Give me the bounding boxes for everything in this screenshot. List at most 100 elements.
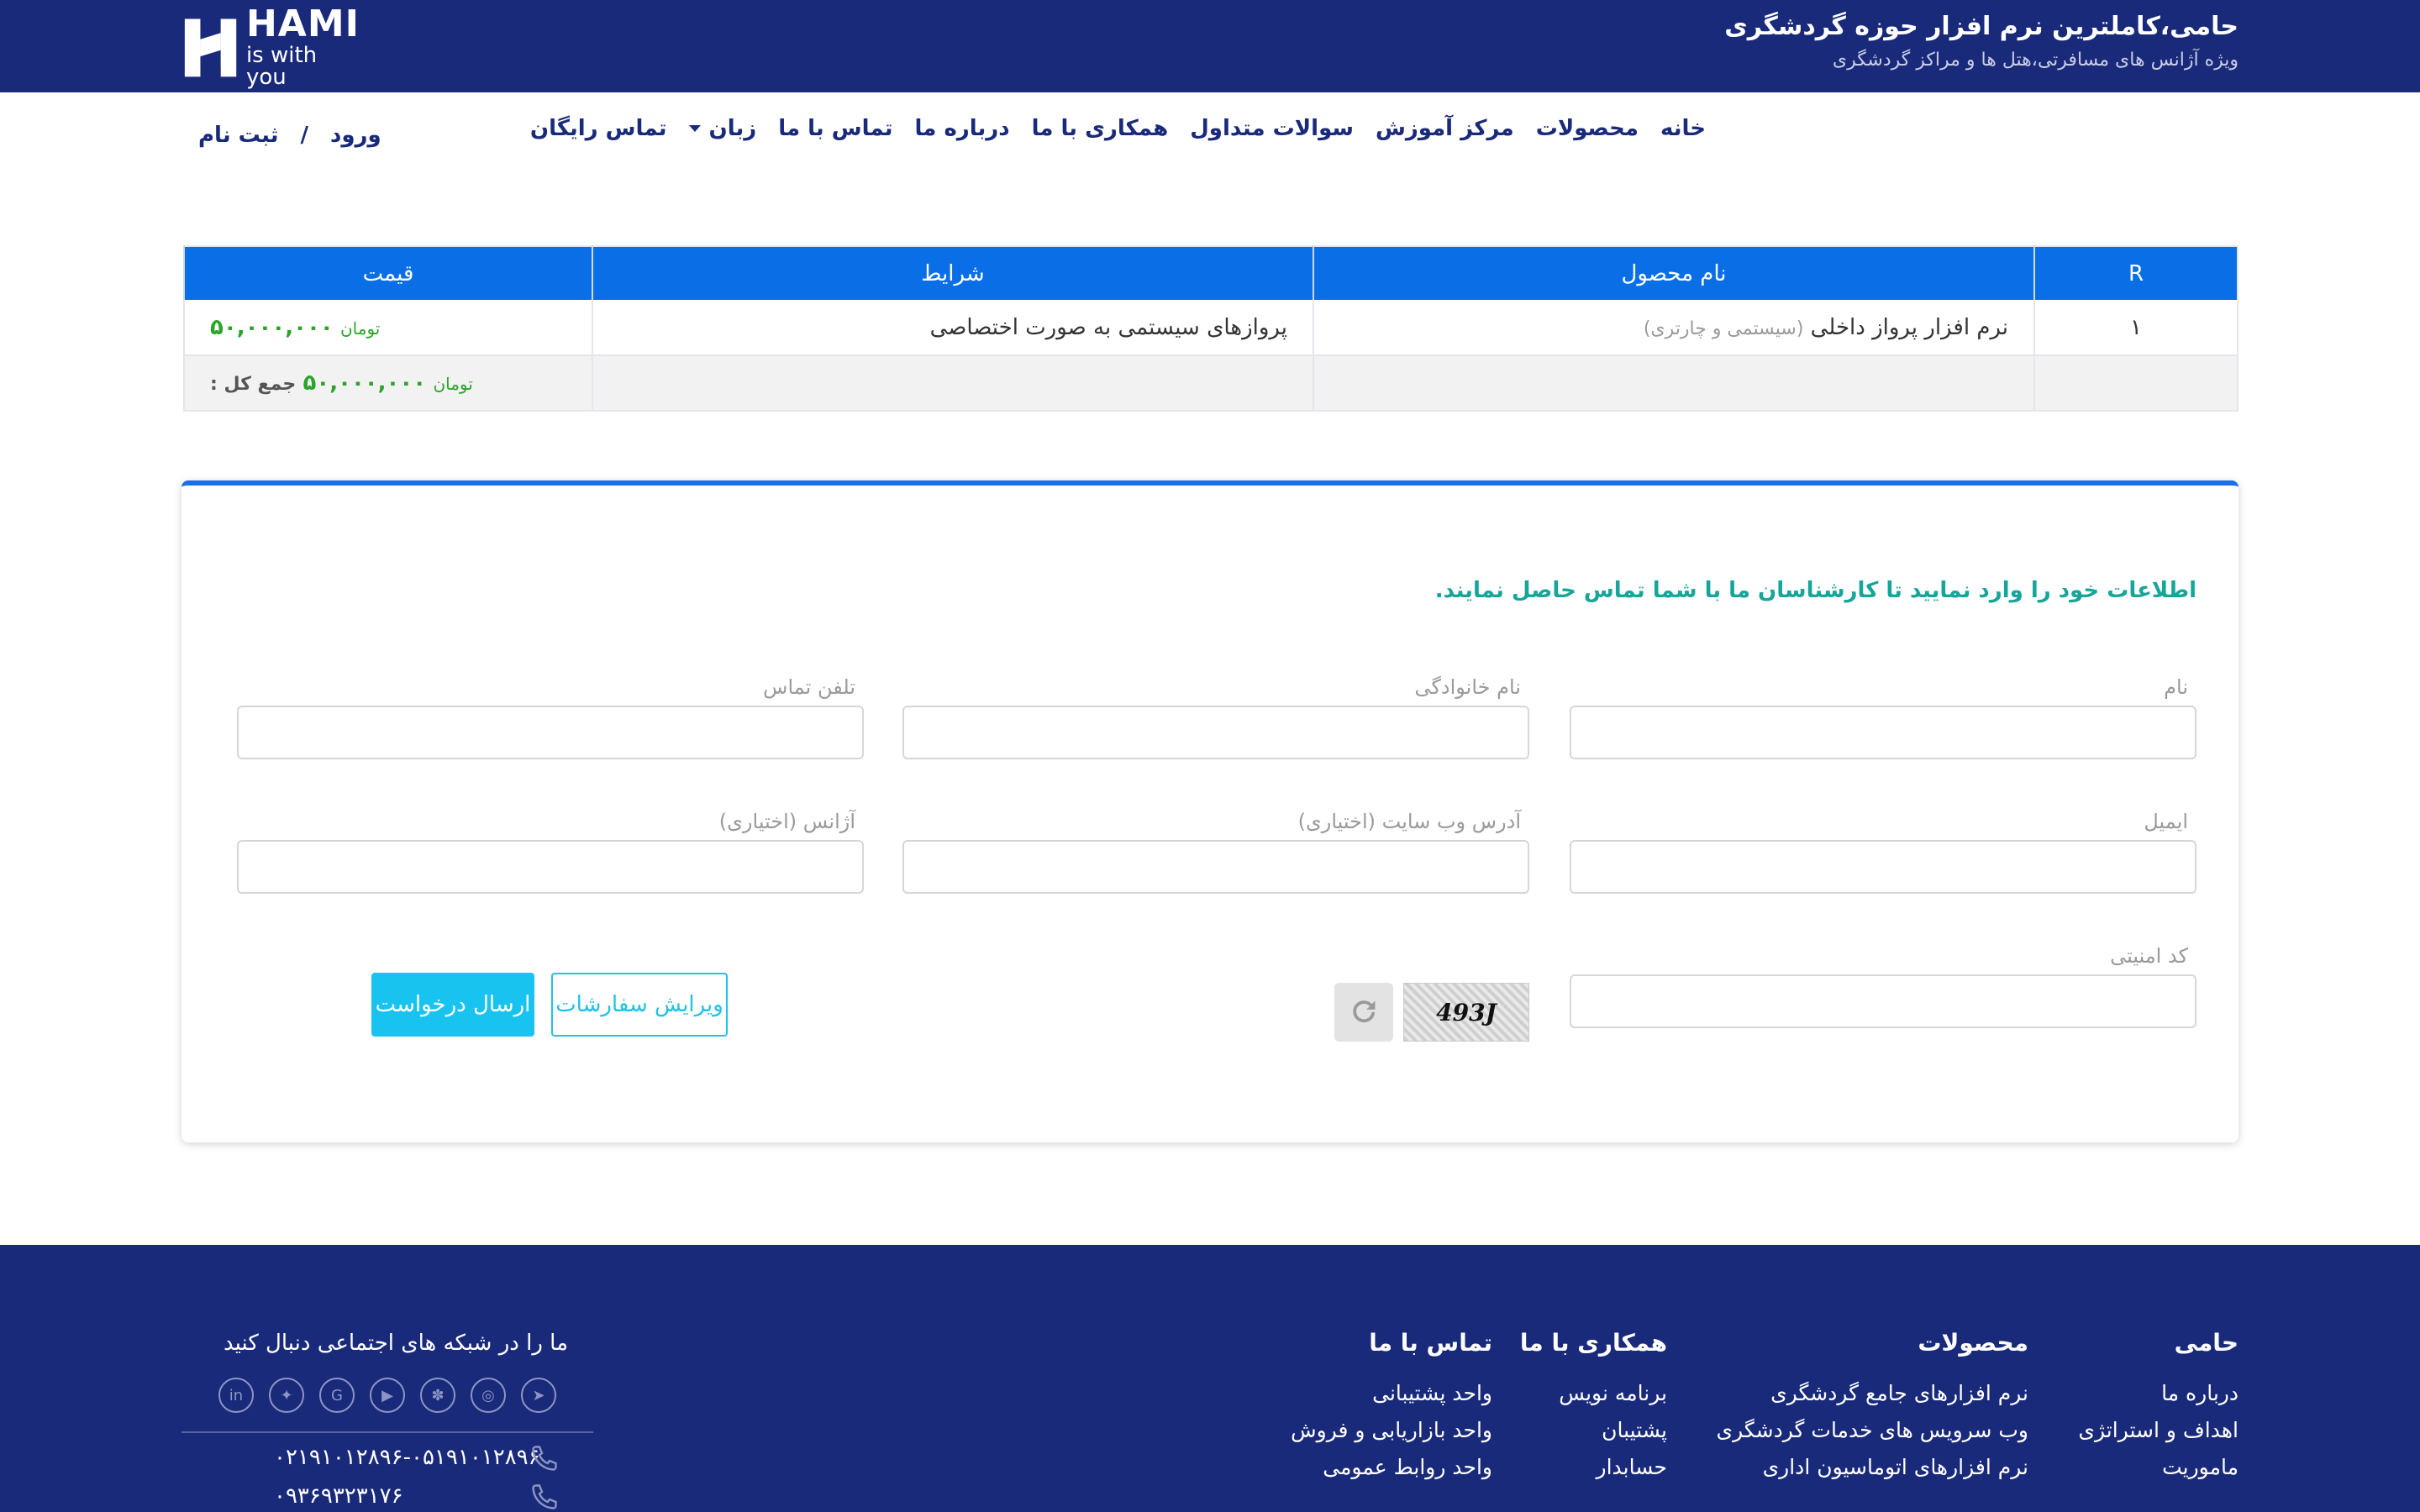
row-product: نرم افزار پرواز داخلی (سیستمی و چارتری) bbox=[1313, 300, 2034, 355]
column-header-index: R bbox=[2033, 246, 2238, 300]
send-request-button[interactable]: ارسال درخواست bbox=[371, 973, 534, 1037]
site-title: حامی،کاملترین نرم افزار حوزه گردشگری bbox=[1724, 12, 2238, 41]
footer-link[interactable]: واحد پشتیبانی bbox=[1291, 1375, 1492, 1412]
table-total-row: تومان ۵۰,۰۰۰,۰۰۰ جمع کل : bbox=[183, 354, 2238, 411]
nav-language[interactable]: زبان bbox=[688, 116, 757, 141]
phone-number-1[interactable]: ۰۲۱۹۱۰۱۲۸۹۶-۰۵۱۹۱۰۱۲۸۹۶ bbox=[274, 1445, 540, 1470]
email-input[interactable] bbox=[1570, 840, 2196, 894]
website-input[interactable] bbox=[902, 840, 1529, 894]
nav-products[interactable]: محصولات bbox=[1536, 116, 1639, 141]
footer-col-contact: تماس با ما واحد پشتیبانی واحد بازاریابی … bbox=[1291, 1329, 1492, 1486]
nav-faq[interactable]: سوالات متداول bbox=[1190, 116, 1354, 141]
agency-field: آژانس (اختیاری) bbox=[237, 810, 864, 894]
nav-home[interactable]: خانه bbox=[1660, 116, 1706, 141]
last-name-label: نام خانوادگی bbox=[1414, 675, 1522, 699]
cart-table: R نام محصول شرایط قیمت ۱ نرم افزار پرواز… bbox=[183, 245, 2238, 412]
email-label: ایمیل bbox=[2144, 810, 2188, 833]
footer-divider bbox=[182, 1431, 593, 1433]
footer-link[interactable]: پشتیبان bbox=[1520, 1412, 1667, 1449]
total-cell: تومان ۵۰,۰۰۰,۰۰۰ جمع کل : bbox=[183, 354, 592, 411]
logo-tagline: is with you bbox=[245, 43, 318, 90]
footer-link[interactable]: واحد روابط عمومی bbox=[1291, 1449, 1492, 1486]
nav-contact[interactable]: تماس با ما bbox=[778, 116, 892, 141]
phone-input[interactable] bbox=[237, 706, 864, 759]
row-index: ۱ bbox=[2033, 300, 2238, 355]
footer-link[interactable]: درباره ما bbox=[2078, 1375, 2238, 1412]
footer-col-hami: حامی درباره ما اهداف و استراتژی ماموریت bbox=[2078, 1329, 2238, 1486]
table-header-row: R نام محصول شرایط قیمت bbox=[183, 246, 2238, 300]
form-intro: اطلاعات خود را وارد نمایید تا کارشناسان … bbox=[1434, 578, 2196, 603]
row-condition: پروازهای سیستمی به صورت اختصاصی bbox=[592, 300, 1313, 355]
aparat-icon[interactable]: ✽ bbox=[420, 1378, 455, 1413]
column-header-condition: شرایط bbox=[592, 246, 1313, 300]
instagram-icon[interactable]: ◎ bbox=[471, 1378, 506, 1413]
logo-text: HAMI is with you bbox=[245, 3, 360, 90]
row-price: تومان ۵۰,۰۰۰,۰۰۰ bbox=[183, 300, 592, 355]
first-name-label: نام bbox=[2164, 675, 2188, 699]
chevron-down-icon bbox=[688, 125, 701, 132]
nav-training[interactable]: مرکز آموزش bbox=[1376, 116, 1514, 141]
phone-icon bbox=[532, 1446, 557, 1471]
security-code-label: کد امنیتی bbox=[2110, 944, 2188, 968]
auth-links: ورود / ثبت نام bbox=[198, 123, 381, 148]
agency-input[interactable] bbox=[237, 840, 864, 894]
hami-logo-icon bbox=[184, 18, 237, 77]
footer: حامی درباره ما اهداف و استراتژی ماموریت … bbox=[0, 1245, 2420, 1512]
footer-link[interactable]: اهداف و استراتژی bbox=[2078, 1412, 2238, 1449]
telegram-icon[interactable]: ➤ bbox=[521, 1378, 556, 1413]
footer-link[interactable]: حسابدار bbox=[1520, 1449, 1667, 1486]
contact-form-panel: اطلاعات خود را وارد نمایید تا کارشناسان … bbox=[182, 480, 2238, 1142]
logo-word: HAMI bbox=[245, 3, 360, 45]
footer-link[interactable]: نرم افزارهای جامع گردشگری bbox=[1717, 1375, 2028, 1412]
youtube-icon[interactable]: ▶ bbox=[370, 1378, 405, 1413]
footer-link[interactable]: برنامه نویس bbox=[1520, 1375, 1667, 1412]
first-name-input[interactable] bbox=[1570, 706, 2196, 759]
google-icon[interactable]: G bbox=[319, 1378, 355, 1413]
top-bar: HAMI is with you حامی،کاملترین نرم افزار… bbox=[0, 0, 2420, 92]
agency-label: آژانس (اختیاری) bbox=[718, 810, 855, 833]
nav-language-label: زبان bbox=[708, 116, 757, 141]
price-value: ۵۰,۰۰۰,۰۰۰ bbox=[210, 314, 334, 340]
first-name-field: نام bbox=[1570, 675, 2196, 759]
email-field: ایمیل bbox=[1570, 810, 2196, 894]
site-titles: حامی،کاملترین نرم افزار حوزه گردشگری ویژ… bbox=[1724, 12, 2238, 71]
nav-cooperation[interactable]: همکاری با ما bbox=[1032, 116, 1169, 141]
footer-col-cooperation: همکاری با ما برنامه نویس پشتیبان حسابدار bbox=[1520, 1329, 1667, 1486]
footer-link[interactable]: وب سرویس های خدمات گردشگری bbox=[1717, 1412, 2028, 1449]
footer-link[interactable]: ماموریت bbox=[2078, 1449, 2238, 1486]
footer-col-title: حامی bbox=[2174, 1329, 2238, 1357]
linkedin-icon[interactable]: in bbox=[218, 1378, 254, 1413]
logo[interactable]: HAMI is with you bbox=[183, 6, 360, 88]
website-label: آدرس وب سایت (اختیاری) bbox=[1297, 810, 1521, 833]
register-link[interactable]: ثبت نام bbox=[198, 123, 279, 148]
social-title: ما را در شبکه های اجتماعی دنبال کنید bbox=[224, 1331, 568, 1356]
footer-col-products: محصولات نرم افزارهای جامع گردشگری وب سرو… bbox=[1717, 1329, 2028, 1486]
table-row: ۱ نرم افزار پرواز داخلی (سیستمی و چارتری… bbox=[183, 300, 2238, 355]
phone-label: تلفن تماس bbox=[763, 675, 855, 699]
login-link[interactable]: ورود bbox=[330, 123, 381, 148]
website-field: آدرس وب سایت (اختیاری) bbox=[902, 810, 1529, 894]
phone-number-2[interactable]: ۰۹۳۶۹۳۲۳۱۷۶ bbox=[274, 1483, 403, 1509]
social-links: in ✦ G ▶ ✽ ◎ ➤ bbox=[218, 1378, 556, 1413]
edit-orders-button[interactable]: ویرایش سفارشات bbox=[551, 973, 728, 1037]
column-header-price: قیمت bbox=[183, 246, 592, 300]
total-label: جمع کل : bbox=[210, 374, 297, 395]
footer-link[interactable]: نرم افزارهای اتوماسیون اداری bbox=[1717, 1449, 2028, 1486]
footer-link[interactable]: واحد بازاریابی و فروش bbox=[1291, 1412, 1492, 1449]
main-nav: خانه محصولات مرکز آموزش سوالات متداول هم… bbox=[530, 116, 1706, 141]
phone-field: تلفن تماس bbox=[237, 675, 864, 759]
last-name-field: نام خانوادگی bbox=[902, 675, 1529, 759]
price-currency: تومان bbox=[339, 318, 381, 339]
product-note: (سیستمی و چارتری) bbox=[1643, 318, 1804, 339]
total-value: ۵۰,۰۰۰,۰۰۰ bbox=[302, 370, 427, 396]
refresh-icon bbox=[1353, 1000, 1376, 1023]
column-header-product: نام محصول bbox=[1313, 246, 2034, 300]
twitter-icon[interactable]: ✦ bbox=[269, 1378, 304, 1413]
total-currency: تومان bbox=[433, 374, 473, 394]
nav-about[interactable]: درباره ما bbox=[915, 116, 1010, 141]
captcha-refresh-button[interactable] bbox=[1334, 983, 1393, 1042]
nav-free-call[interactable]: تماس رایگان bbox=[530, 116, 667, 141]
security-code-input[interactable] bbox=[1570, 974, 2196, 1028]
last-name-input[interactable] bbox=[902, 706, 1529, 759]
product-name: نرم افزار پرواز داخلی bbox=[1810, 314, 2008, 340]
